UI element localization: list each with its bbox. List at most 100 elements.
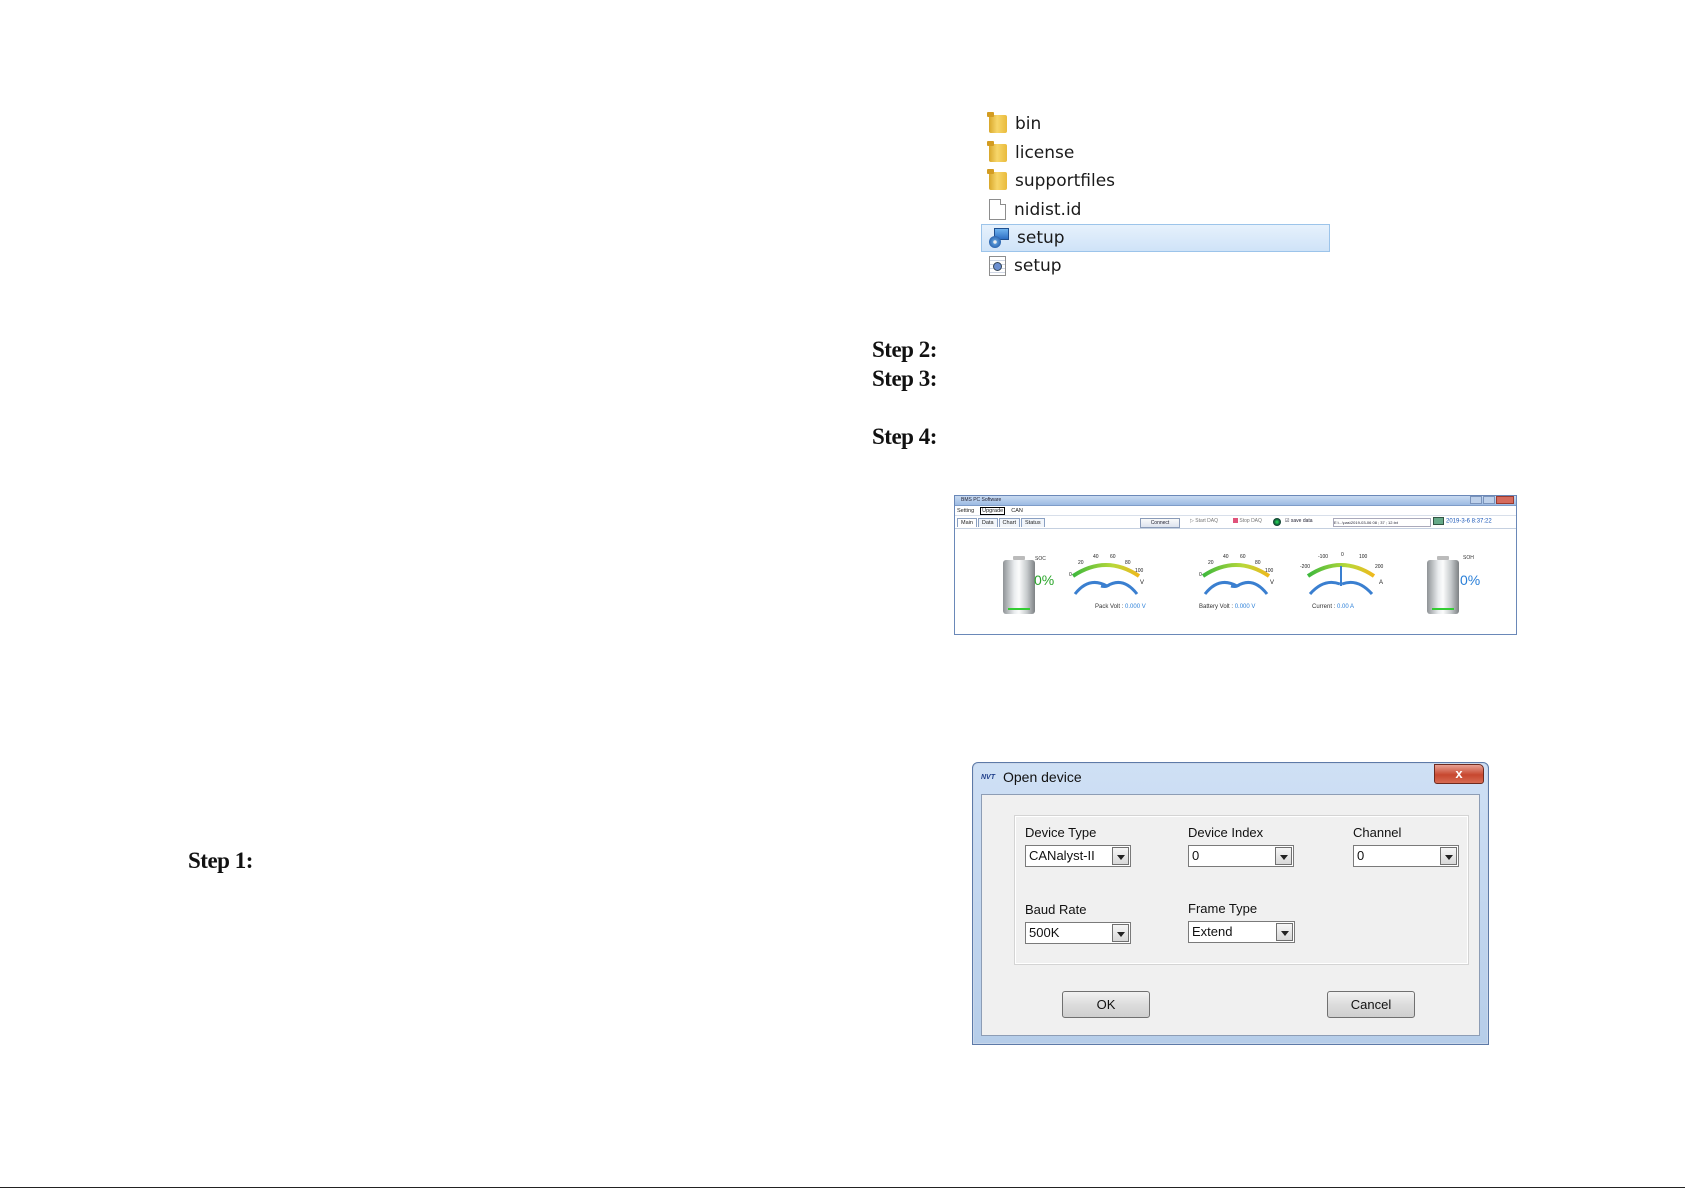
stop-icon xyxy=(1233,518,1238,524)
gauge-tick: 100 xyxy=(1265,568,1274,574)
step-2-label: Step 2: xyxy=(872,337,937,362)
gauge-tick: 20 xyxy=(1208,560,1214,566)
menu-setting[interactable]: Setting xyxy=(957,508,974,514)
device-type-label: Device Type xyxy=(1025,825,1097,840)
current-label: Current : xyxy=(1312,604,1338,610)
folder-icon xyxy=(987,169,1007,191)
status-led-icon xyxy=(1273,518,1281,526)
pack-volt-gauge xyxy=(1065,546,1147,606)
gauge-tick: 60 xyxy=(1240,554,1246,560)
start-daq-button[interactable]: ▷ Start DAQ xyxy=(1190,518,1218,524)
save-data-checkbox[interactable]: ☑ save data xyxy=(1285,518,1313,524)
nvt-logo: NVT xyxy=(981,774,995,781)
close-button[interactable] xyxy=(1496,496,1514,504)
gauge-unit: V xyxy=(1270,580,1275,586)
soc-label: SOC xyxy=(1035,556,1046,562)
gauge-tick: -100 xyxy=(1318,554,1329,560)
gauge-tick: 200 xyxy=(1375,564,1384,570)
bms-software-window: BMS PC Software Setting Upgrade CAN Main… xyxy=(954,495,1517,635)
gauge-tick: 0 xyxy=(1341,552,1344,558)
tab-chart[interactable]: Chart xyxy=(998,517,1020,527)
current-value: 0.00 A xyxy=(1337,604,1355,610)
chevron-down-icon[interactable] xyxy=(1275,847,1292,865)
step-3-label: Step 3: xyxy=(872,366,937,391)
file-name: setup xyxy=(1017,228,1065,248)
tab-status[interactable]: Status xyxy=(1021,517,1045,527)
list-item[interactable]: nidist.id xyxy=(985,196,1330,225)
gauge-tick: -200 xyxy=(1300,564,1311,570)
channel-label: Channel xyxy=(1353,825,1402,840)
baud-rate-select[interactable]: 500K xyxy=(1025,922,1131,944)
file-name: nidist.id xyxy=(1014,199,1082,220)
device-settings-group: Device Type CANalyst-II Device Index 0 C… xyxy=(1014,815,1469,965)
battery-volt-gauge xyxy=(1195,546,1277,606)
frame-type-value: Extend xyxy=(1192,924,1233,939)
current-caption: Current : 0.00 A xyxy=(1312,604,1354,610)
chevron-down-icon[interactable] xyxy=(1440,847,1457,865)
tab-data[interactable]: Data xyxy=(977,517,998,527)
menu-can[interactable]: CAN xyxy=(1011,508,1023,514)
step-1-label: Step 1: xyxy=(188,848,253,873)
pack-volt-value: 0.000 V xyxy=(1125,604,1146,610)
list-item[interactable]: supportfiles xyxy=(985,167,1330,196)
baud-rate-value: 500K xyxy=(1029,925,1060,940)
channel-value: 0 xyxy=(1357,848,1365,863)
save-path-field[interactable]: E:\...\pas\2019-03-06 08 ; 37 ; 12.txt xyxy=(1333,518,1431,527)
device-index-label: Device Index xyxy=(1188,825,1264,840)
bms-titlebar: BMS PC Software xyxy=(955,496,1516,506)
battery-volt-caption: Battery Volt : 0.000 V xyxy=(1199,604,1255,610)
start-daq-label: Start DAQ xyxy=(1195,518,1219,524)
datetime-value: 2019-3-6 8:37:22 xyxy=(1446,518,1492,525)
bms-menubar: Setting Upgrade CAN xyxy=(955,506,1516,516)
device-index-value: 0 xyxy=(1192,848,1200,863)
dialog-close-button[interactable]: x xyxy=(1434,764,1484,784)
ok-button[interactable]: OK xyxy=(1062,991,1150,1018)
baud-rate-label: Baud Rate xyxy=(1025,902,1087,917)
gauge-tick: 100 xyxy=(1135,568,1144,574)
list-item[interactable]: bin xyxy=(985,110,1330,139)
gauge-tick: 40 xyxy=(1223,554,1229,560)
chevron-down-icon[interactable] xyxy=(1276,923,1293,941)
gauge-tick: 80 xyxy=(1255,560,1261,566)
soc-battery-icon xyxy=(1003,556,1035,614)
page-bottom-rule xyxy=(0,1187,1685,1188)
chevron-down-icon[interactable] xyxy=(1112,847,1129,865)
dialog-title: Open device xyxy=(1003,769,1082,785)
folder-icon xyxy=(987,140,1007,162)
gauge-tick: 20 xyxy=(1078,560,1084,566)
save-data-label: save data xyxy=(1290,518,1313,524)
file-list: bin license supportfiles nidist.id setup… xyxy=(981,110,1330,281)
cancel-button[interactable]: Cancel xyxy=(1327,991,1415,1018)
device-index-select[interactable]: 0 xyxy=(1188,845,1294,867)
step-4-label: Step 4: xyxy=(872,424,937,449)
gauge-tick: 100 xyxy=(1359,554,1368,560)
folder-icon xyxy=(987,112,1007,134)
list-item[interactable]: license xyxy=(985,139,1330,168)
chevron-down-icon[interactable] xyxy=(1112,924,1129,942)
connect-button[interactable]: Connect xyxy=(1140,518,1180,528)
minimize-button[interactable] xyxy=(1470,496,1482,504)
gauge-tick: 40 xyxy=(1093,554,1099,560)
maximize-button[interactable] xyxy=(1483,496,1495,504)
setup-exe-icon xyxy=(989,228,1009,248)
stop-daq-label: Stop DAQ xyxy=(1239,518,1262,524)
file-name: bin xyxy=(1015,114,1042,135)
open-device-dialog: NVT Open device x Device Type CANalyst-I… xyxy=(972,762,1489,1045)
channel-select[interactable]: 0 xyxy=(1353,845,1459,867)
battery-volt-value: 0.000 V xyxy=(1234,604,1256,610)
dialog-body: Device Type CANalyst-II Device Index 0 C… xyxy=(981,794,1480,1036)
list-item-selected[interactable]: setup xyxy=(981,224,1330,252)
soh-battery-icon xyxy=(1427,556,1459,614)
tab-main[interactable]: Main xyxy=(957,517,977,527)
datetime-display: 2019-3-6 8:37:22 xyxy=(1433,517,1492,526)
document-icon xyxy=(989,199,1006,221)
device-type-select[interactable]: CANalyst-II xyxy=(1025,845,1131,867)
stop-daq-button[interactable]: Stop DAQ xyxy=(1233,518,1262,524)
battery-volt-label: Battery Volt : xyxy=(1199,604,1235,610)
menu-upgrade[interactable]: Upgrade xyxy=(980,506,1006,515)
frame-type-label: Frame Type xyxy=(1188,901,1258,916)
list-item[interactable]: setup xyxy=(985,252,1330,281)
file-name: setup xyxy=(1014,256,1062,277)
frame-type-select[interactable]: Extend xyxy=(1188,921,1295,943)
file-name: supportfiles xyxy=(1015,171,1116,192)
